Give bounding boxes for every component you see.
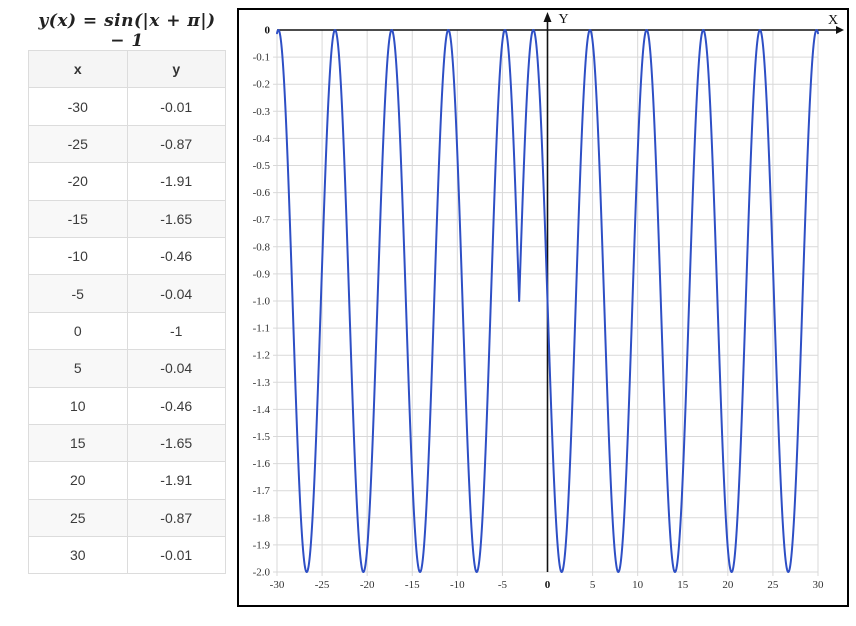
x-tick-label: 5 [590,579,596,591]
table-cell-y: -0.01 [126,87,226,126]
table-row: -5 -0.04 [28,274,226,313]
y-tick-label: -1.6 [253,458,271,470]
table-row: -25 -0.87 [28,124,226,164]
y-tick-label: -0.7 [253,214,271,226]
table-row: 20 -1.91 [28,461,226,500]
table-cell-y: -0.46 [126,386,226,425]
table-row: -20 -1.91 [28,162,226,201]
y-axis-title: Y [559,12,569,27]
table-cell-x: 30 [28,536,128,575]
table-row: 25 -0.87 [28,498,226,538]
y-tick-label: -1.8 [253,512,271,524]
y-tick-label: -1.3 [253,377,271,389]
x-tick-label: -15 [405,579,420,591]
table-header-x: x [28,49,128,89]
table-cell-y: -0.04 [126,349,226,388]
x-tick-label: 15 [677,579,689,591]
table-cell-x: -5 [28,274,128,313]
x-tick-label: 30 [813,579,825,591]
values-table: x y -30 -0.01 -25 -0.87 -20 -1.91 -15 -1.65 -10-… [28,49,226,575]
y-tick-label: -0.3 [253,106,271,118]
table-cell-x: 5 [28,349,128,388]
y-tick-label: -0.4 [253,133,271,145]
x-axis-title: X [828,13,838,28]
table-row: 5 -0.04 [28,349,226,388]
y-tick-label: -1.1 [253,323,270,335]
y-tick-label: -0.5 [253,160,271,172]
table-cell-y: -0.87 [126,124,226,164]
y-tick-label: -0.6 [253,187,271,199]
y-tick-label: -2.0 [253,567,271,579]
table-cell-y: -1.65 [126,423,226,463]
y-axis-arrow-icon [543,12,552,22]
y-tick-label: -1.5 [253,431,271,443]
x-tick-label: 25 [767,579,779,591]
x-tick-label: -25 [315,579,330,591]
table-row: 10 -0.46 [28,386,226,425]
table-row: 30 -0.01 [28,536,226,575]
table-cell-x: 20 [28,461,128,500]
table-cell-x: -10 [28,236,128,276]
function-plot: 0 -0.1 -0.2 -0.3 -0.4 -0.5 -0.6 -0.7 -0.8 -0.9 -1.… [253,12,844,591]
x-tick-label: 0 [545,579,551,591]
y-tick-label: -1.0 [253,296,271,308]
table-row: -10 -0.46 [28,236,226,276]
table-cell-x: -30 [28,87,128,126]
y-tick-label: -1.9 [253,539,271,551]
table-row: 0 -1 [28,311,226,351]
table-cell-x: -25 [28,124,128,164]
chart-panel: 0 -0.1 -0.2 -0.3 -0.4 -0.5 -0.6 -0.7 -0.8 -0.9 -1.… [237,8,849,607]
x-tick-label: -10 [450,579,465,591]
table-cell-y: -0.01 [126,536,226,575]
table-cell-y: -0.04 [126,274,226,313]
x-tick-label: 10 [632,579,644,591]
x-tick-label: 20 [722,579,734,591]
y-tick-label: -1.7 [253,485,271,497]
y-tick-label: -0.8 [253,241,271,253]
table-cell-x: -20 [28,162,128,201]
y-tick-label: -0.2 [253,79,270,91]
table-cell-y: -1.65 [126,199,226,238]
x-tick-label: -20 [360,579,375,591]
table-row: -15 -1.65 [28,199,226,238]
table-cell-y: -0.87 [126,498,226,538]
table-cell-y: -1 [126,311,226,351]
table-cell-y: -1.91 [126,162,226,201]
table-cell-y: -0.46 [126,236,226,276]
table-cell-x: 15 [28,423,128,463]
table-header-y: y [126,49,226,89]
table-row: -30 -0.01 [28,87,226,126]
y-tick-label: -1.2 [253,350,270,362]
table-header-row: x y [28,49,226,89]
y-tick-label: -0.1 [253,52,270,64]
x-tick-label: -5 [498,579,508,591]
table-cell-x: -15 [28,199,128,238]
table-cell-x: 25 [28,498,128,538]
y-tick-label: 0 [265,25,271,37]
table-cell-x: 0 [28,311,128,351]
table-row: 15 -1.65 [28,423,226,463]
function-formula: y(x) = sin(|x + π|) − 1 [38,11,216,51]
table-cell-y: -1.91 [126,461,226,500]
y-tick-label: -0.9 [253,268,271,280]
x-tick-label: -30 [270,579,285,591]
y-tick-label: -1.4 [253,404,271,416]
table-cell-x: 10 [28,386,128,425]
